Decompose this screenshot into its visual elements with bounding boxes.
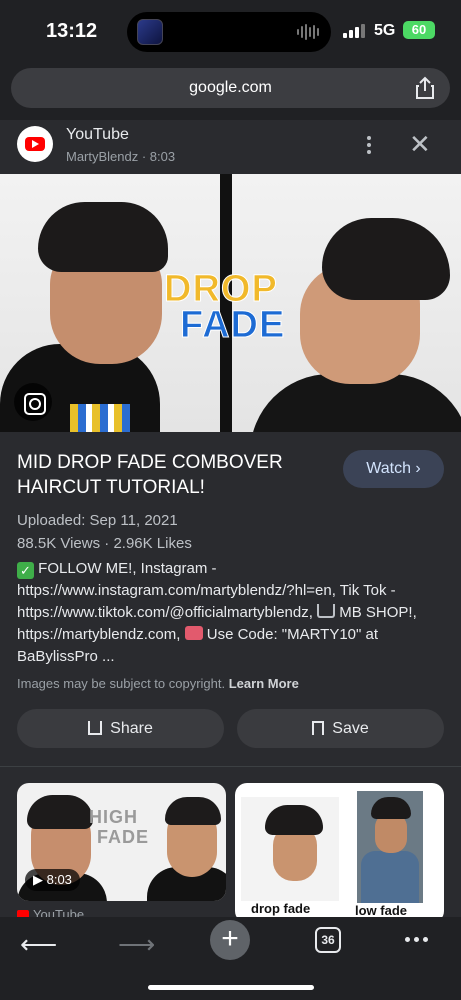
watch-button[interactable]: Watch › <box>343 450 444 488</box>
signal-icon <box>343 24 365 38</box>
card1-text-bottom: FADE <box>97 827 150 847</box>
source-header: YouTube MartyBlendz · 8:03 ✕ <box>0 120 461 174</box>
copyright-text: Images may be subject to copyright. <box>17 676 226 691</box>
share-label: Share <box>110 720 153 737</box>
url-text: google.com <box>189 79 272 96</box>
now-playing-artwork <box>137 19 163 45</box>
video-title[interactable]: MID DROP FADE COMBOVER HAIRCUT TUTORIAL! <box>17 450 317 500</box>
upload-date: Uploaded: Sep 11, 2021 <box>17 512 178 529</box>
ticket-icon <box>184 626 203 640</box>
learn-more-link[interactable]: Learn More <box>229 676 299 691</box>
share-icon[interactable] <box>414 76 436 100</box>
card2-label-left: drop fade <box>251 901 311 916</box>
bookmark-icon <box>312 721 325 735</box>
video-description: ✓ FOLLOW ME!, Instagram - https://www.in… <box>17 558 447 668</box>
card2-label-right: low fade <box>355 903 408 918</box>
more-options-icon[interactable] <box>362 134 376 156</box>
watch-label: Watch <box>366 460 411 477</box>
source-subtitle: MartyBlendz · 8:03 <box>66 149 176 164</box>
audio-wave-icon <box>297 24 319 40</box>
home-indicator[interactable] <box>148 985 314 990</box>
battery-icon: 60 <box>403 21 435 39</box>
related-card-1[interactable]: HIGH FADE ▶ 8:03 <box>17 783 226 901</box>
result-details: MID DROP FADE COMBOVER HAIRCUT TUTORIAL!… <box>0 432 461 766</box>
new-tab-button[interactable]: + <box>210 920 250 960</box>
tab-switcher-button[interactable]: 36 <box>315 927 341 953</box>
share-button[interactable]: Share <box>17 709 224 748</box>
thumbnail-text-bottom: FADE <box>179 304 286 347</box>
duration-badge: ▶ 8:03 <box>25 869 80 891</box>
related-card-2[interactable]: drop fade low fade <box>235 783 444 923</box>
forward-arrow-icon[interactable]: ⟶ <box>118 929 155 960</box>
share-icon <box>88 721 103 735</box>
address-bar[interactable]: google.com <box>11 68 450 108</box>
status-bar: 13:12 5G 60 <box>0 0 461 60</box>
lens-search-icon[interactable] <box>14 383 52 421</box>
video-stats: 88.5K Views · 2.96K Likes <box>17 535 192 552</box>
save-label: Save <box>332 720 369 737</box>
source-name: YouTube <box>66 126 129 143</box>
network-label: 5G <box>374 22 396 39</box>
card1-text-top: HIGH <box>89 807 138 827</box>
close-icon[interactable]: ✕ <box>409 131 431 157</box>
copyright-notice: Images may be subject to copyright. Lear… <box>17 676 299 691</box>
related-results: HIGH FADE ▶ 8:03 YouTube drop fade low f… <box>0 767 461 923</box>
more-menu-icon[interactable] <box>405 937 428 942</box>
cart-icon <box>317 604 336 618</box>
duration-text: 8:03 <box>46 872 72 887</box>
battery-level: 60 <box>411 22 427 37</box>
youtube-logo-icon <box>17 126 53 162</box>
bottom-toolbar: ⟵ ⟶ + 36 <box>0 917 461 1000</box>
preview-image[interactable]: DROP FADE <box>0 174 461 432</box>
dynamic-island[interactable] <box>127 12 331 52</box>
back-arrow-icon[interactable]: ⟵ <box>20 929 57 960</box>
clock: 13:12 <box>46 20 98 42</box>
checkmark-icon: ✓ <box>17 562 34 579</box>
save-button[interactable]: Save <box>237 709 444 748</box>
browser-header: google.com <box>0 60 461 120</box>
